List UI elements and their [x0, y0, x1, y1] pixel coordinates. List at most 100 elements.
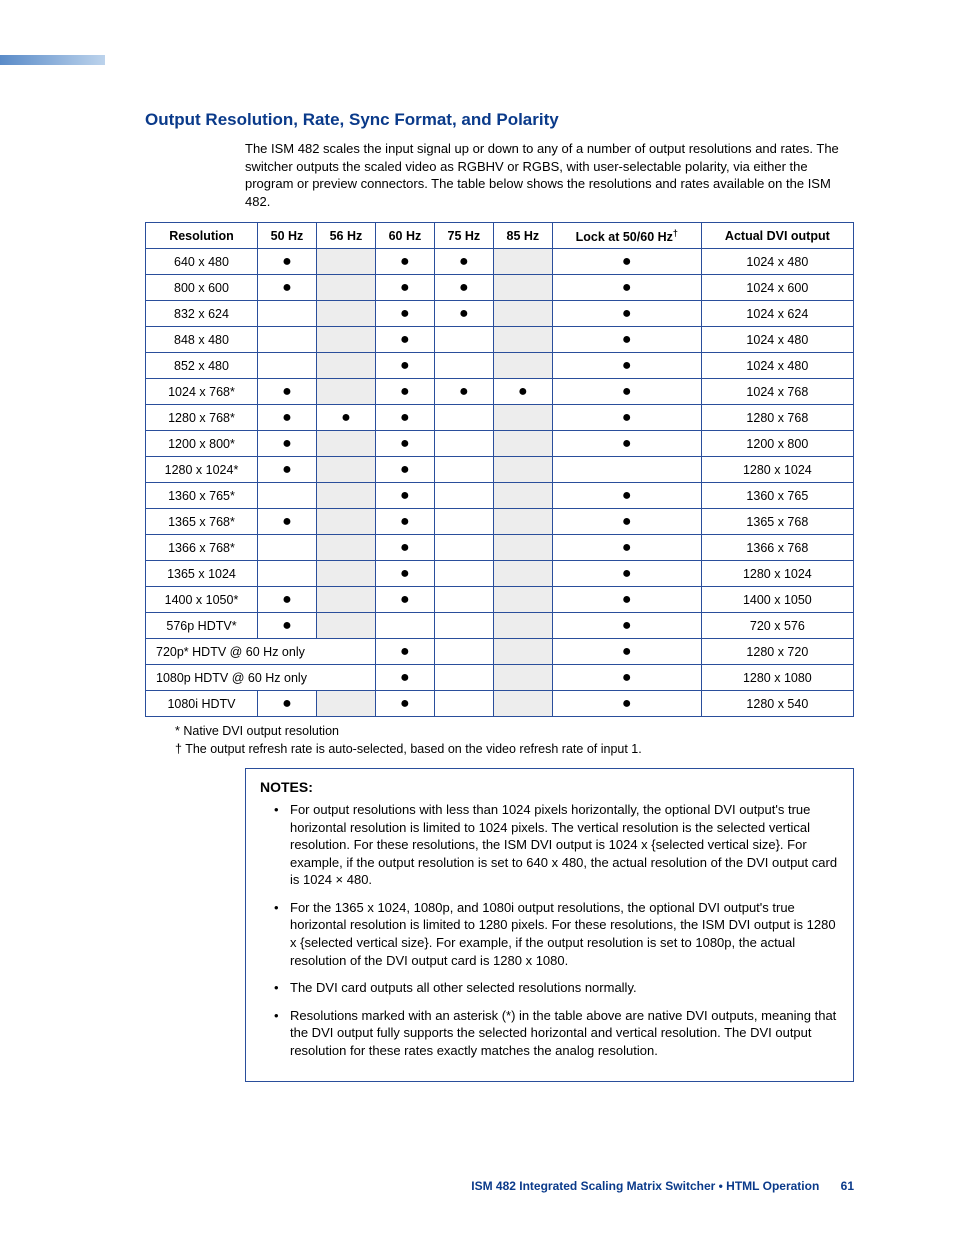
resolution-cell: 1365 x 1024 [146, 561, 258, 587]
table-cell: ● [552, 353, 701, 379]
table-cell: ● [257, 691, 316, 717]
table-cell [493, 457, 552, 483]
resolution-cell: 1400 x 1050* [146, 587, 258, 613]
col-75hz: 75 Hz [434, 223, 493, 249]
note-item: For the 1365 x 1024, 1080p, and 1080i ou… [290, 899, 839, 969]
table-cell [434, 665, 493, 691]
table-row: 720p* HDTV @ 60 Hz only●●1280 x 720 [146, 639, 854, 665]
resolution-span-cell: 720p* HDTV @ 60 Hz only [146, 639, 376, 665]
table-cell [434, 561, 493, 587]
resolution-table: Resolution 50 Hz 56 Hz 60 Hz 75 Hz 85 Hz… [145, 222, 854, 717]
table-cell: ● [375, 457, 434, 483]
col-50hz: 50 Hz [257, 223, 316, 249]
table-cell [493, 483, 552, 509]
dvi-output-cell: 1360 x 765 [701, 483, 853, 509]
table-cell [493, 327, 552, 353]
dvi-output-cell: 1024 x 600 [701, 275, 853, 301]
table-cell: ● [375, 405, 434, 431]
table-row: 1080p HDTV @ 60 Hz only●●1280 x 1080 [146, 665, 854, 691]
table-cell: ● [552, 327, 701, 353]
table-cell: ● [552, 587, 701, 613]
resolution-cell: 1366 x 768* [146, 535, 258, 561]
table-cell: ● [316, 405, 375, 431]
col-56hz: 56 Hz [316, 223, 375, 249]
table-cell [493, 353, 552, 379]
table-cell: ● [257, 613, 316, 639]
dvi-output-cell: 1280 x 540 [701, 691, 853, 717]
table-row: 1280 x 768*●●●●1280 x 768 [146, 405, 854, 431]
col-dvi: Actual DVI output [701, 223, 853, 249]
table-cell [316, 613, 375, 639]
table-cell: ● [375, 327, 434, 353]
table-cell: ● [375, 249, 434, 275]
table-cell [434, 353, 493, 379]
table-cell [257, 301, 316, 327]
table-cell [434, 431, 493, 457]
table-cell [434, 405, 493, 431]
table-row: 832 x 624●●●1024 x 624 [146, 301, 854, 327]
table-cell [434, 613, 493, 639]
table-cell [493, 509, 552, 535]
dvi-output-cell: 1366 x 768 [701, 535, 853, 561]
resolution-cell: 800 x 600 [146, 275, 258, 301]
resolution-cell: 1280 x 1024* [146, 457, 258, 483]
table-row: 576p HDTV*●●720 x 576 [146, 613, 854, 639]
table-cell [493, 587, 552, 613]
table-row: 1080i HDTV●●●1280 x 540 [146, 691, 854, 717]
table-cell: ● [552, 561, 701, 587]
footnote-dagger: † The output refresh rate is auto-select… [175, 741, 854, 759]
table-cell: ● [375, 535, 434, 561]
table-cell [316, 249, 375, 275]
table-cell: ● [552, 483, 701, 509]
table-cell: ● [552, 379, 701, 405]
table-row: 1280 x 1024*●●1280 x 1024 [146, 457, 854, 483]
table-cell [434, 327, 493, 353]
table-footnotes: * Native DVI output resolution † The out… [175, 723, 854, 758]
table-cell: ● [552, 691, 701, 717]
footnote-star: * Native DVI output resolution [175, 723, 854, 741]
resolution-cell: 1365 x 768* [146, 509, 258, 535]
table-cell [434, 587, 493, 613]
dvi-output-cell: 1280 x 1024 [701, 561, 853, 587]
table-row: 640 x 480●●●●1024 x 480 [146, 249, 854, 275]
resolution-cell: 1360 x 765* [146, 483, 258, 509]
table-cell: ● [375, 587, 434, 613]
col-resolution: Resolution [146, 223, 258, 249]
notes-title: NOTES: [260, 779, 839, 795]
table-cell [316, 353, 375, 379]
table-cell [493, 665, 552, 691]
dvi-output-cell: 1024 x 768 [701, 379, 853, 405]
table-cell [493, 275, 552, 301]
resolution-span-cell: 1080p HDTV @ 60 Hz only [146, 665, 376, 691]
table-cell [257, 561, 316, 587]
table-cell [316, 587, 375, 613]
table-cell: ● [552, 613, 701, 639]
section-heading: Output Resolution, Rate, Sync Format, an… [145, 110, 854, 130]
table-cell: ● [375, 275, 434, 301]
note-item: For output resolutions with less than 10… [290, 801, 839, 889]
dvi-output-cell: 1024 x 624 [701, 301, 853, 327]
resolution-cell: 1280 x 768* [146, 405, 258, 431]
table-cell [493, 535, 552, 561]
table-cell [257, 353, 316, 379]
resolution-cell: 832 x 624 [146, 301, 258, 327]
table-cell [316, 327, 375, 353]
table-cell [316, 483, 375, 509]
resolution-cell: 576p HDTV* [146, 613, 258, 639]
table-cell: ● [375, 353, 434, 379]
dvi-output-cell: 1024 x 480 [701, 353, 853, 379]
resolution-cell: 1080i HDTV [146, 691, 258, 717]
table-cell: ● [257, 379, 316, 405]
table-row: 1365 x 1024●●1280 x 1024 [146, 561, 854, 587]
table-cell [316, 457, 375, 483]
header-accent-bar [0, 55, 105, 65]
col-60hz: 60 Hz [375, 223, 434, 249]
notes-box: NOTES: For output resolutions with less … [245, 768, 854, 1082]
table-row: 1366 x 768*●●1366 x 768 [146, 535, 854, 561]
footer-page-number: 61 [841, 1179, 854, 1193]
table-cell: ● [257, 457, 316, 483]
dvi-output-cell: 1024 x 480 [701, 327, 853, 353]
table-cell [316, 691, 375, 717]
table-cell: ● [257, 431, 316, 457]
table-row: 1200 x 800*●●●1200 x 800 [146, 431, 854, 457]
